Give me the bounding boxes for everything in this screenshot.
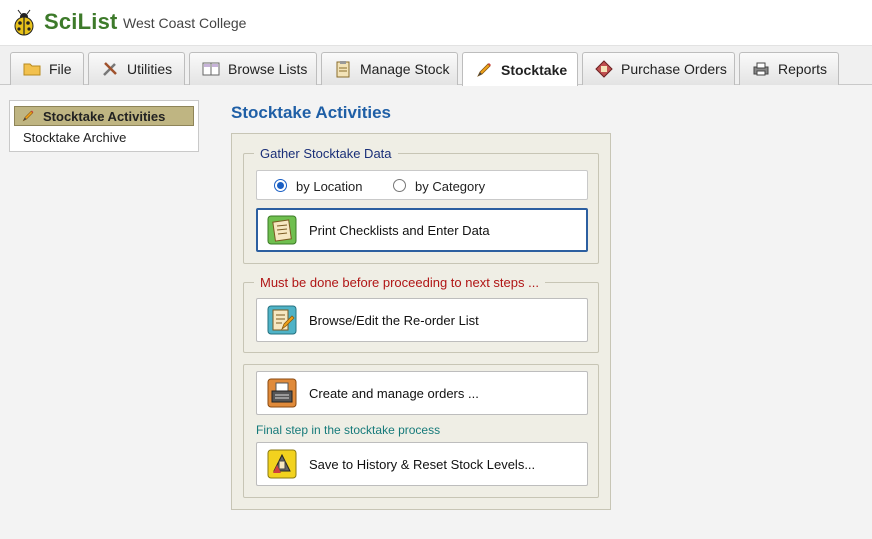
tab-label: Browse Lists bbox=[228, 61, 308, 77]
gather-mode-radio-group: by Location by Category bbox=[256, 170, 588, 200]
page-title: Stocktake Activities bbox=[231, 103, 391, 122]
main-tab-bar: File Utilities Browse Lists Manage Stock bbox=[0, 46, 872, 86]
browse-edit-reorder-button[interactable]: Browse/Edit the Re-order List bbox=[256, 298, 588, 342]
order-icon bbox=[595, 60, 613, 78]
reorder-warning-legend: Must be done before proceeding to next s… bbox=[260, 275, 539, 290]
tab-stocktake[interactable]: Stocktake bbox=[462, 52, 578, 86]
stocktake-panel: Gather Stocktake Data by Location by Cat… bbox=[231, 133, 611, 510]
tab-utilities[interactable]: Utilities bbox=[88, 52, 185, 85]
tab-label: Utilities bbox=[127, 61, 173, 77]
folder-icon bbox=[23, 63, 41, 76]
tab-label: Reports bbox=[778, 61, 828, 77]
tab-manage-stock[interactable]: Manage Stock bbox=[321, 52, 458, 85]
edit-list-icon bbox=[267, 305, 297, 335]
pencil-icon bbox=[477, 62, 491, 77]
book-icon bbox=[202, 62, 220, 76]
save-reset-icon bbox=[267, 449, 297, 479]
tab-label: File bbox=[49, 61, 72, 77]
sidebar-item-stocktake-archive[interactable]: Stocktake Archive bbox=[14, 127, 126, 147]
create-manage-orders-button[interactable]: Create and manage orders ... bbox=[256, 371, 588, 415]
radio-by-category-label[interactable]: by Category bbox=[415, 179, 485, 194]
sidebar-item-stocktake-activities[interactable]: Stocktake Activities bbox=[14, 106, 194, 126]
printer-icon bbox=[753, 62, 769, 76]
radio-by-location[interactable] bbox=[274, 179, 287, 192]
tab-label: Stocktake bbox=[501, 61, 568, 78]
typewriter-icon bbox=[267, 378, 297, 408]
sidebar-nav: Stocktake Activities Stocktake Archive bbox=[9, 100, 199, 152]
sidebar-item-label: Stocktake Activities bbox=[43, 108, 166, 124]
college-name: West Coast College bbox=[123, 15, 247, 31]
tab-label: Purchase Orders bbox=[621, 61, 727, 77]
create-manage-orders-label: Create and manage orders ... bbox=[309, 385, 479, 401]
tab-browse-lists[interactable]: Browse Lists bbox=[189, 52, 317, 85]
ladybug-logo-icon bbox=[14, 9, 34, 36]
sidebar-item-label: Stocktake Archive bbox=[23, 129, 127, 145]
pencil-icon bbox=[22, 110, 34, 122]
tab-file[interactable]: File bbox=[10, 52, 84, 85]
browse-edit-reorder-label: Browse/Edit the Re-order List bbox=[309, 312, 479, 328]
radio-by-category[interactable] bbox=[393, 179, 406, 192]
tab-purchase-orders[interactable]: Purchase Orders bbox=[582, 52, 735, 85]
print-checklists-label: Print Checklists and Enter Data bbox=[309, 222, 490, 238]
save-history-reset-button[interactable]: Save to History & Reset Stock Levels... bbox=[256, 442, 588, 486]
app-header: SciList West Coast College bbox=[0, 0, 872, 46]
tools-icon bbox=[103, 62, 117, 76]
final-step-note: Final step in the stocktake process bbox=[256, 423, 441, 437]
checklist-icon bbox=[267, 215, 297, 245]
gather-data-legend: Gather Stocktake Data bbox=[260, 146, 392, 161]
tab-label: Manage Stock bbox=[360, 61, 450, 77]
clipboard-icon bbox=[336, 61, 350, 78]
print-checklists-button[interactable]: Print Checklists and Enter Data bbox=[256, 208, 588, 252]
save-history-reset-label: Save to History & Reset Stock Levels... bbox=[309, 456, 536, 472]
app-brand: SciList bbox=[44, 9, 118, 34]
tab-reports[interactable]: Reports bbox=[739, 52, 839, 85]
radio-by-location-label[interactable]: by Location bbox=[296, 179, 363, 194]
